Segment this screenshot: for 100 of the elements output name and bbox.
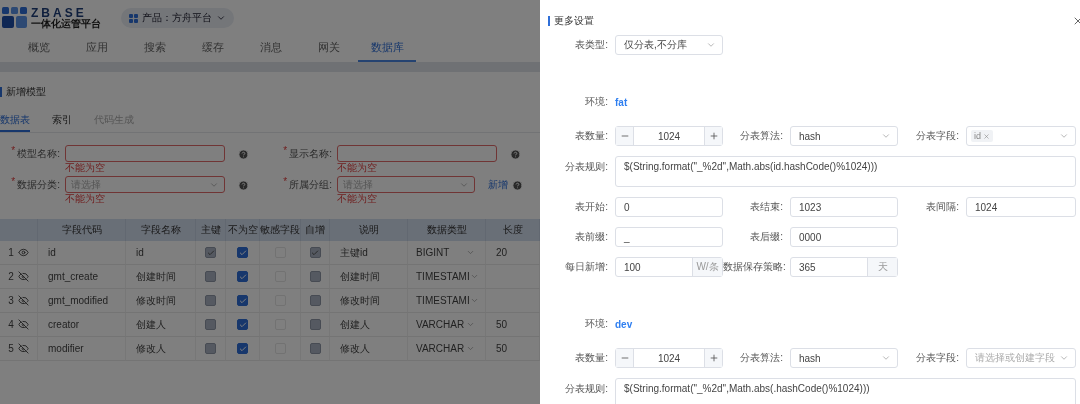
input-field[interactable]: 1023 bbox=[790, 197, 898, 217]
input-field[interactable]: 365 天 bbox=[790, 257, 898, 277]
sub-tab[interactable]: 索引 bbox=[52, 110, 72, 132]
nav-tab[interactable]: 缓存 bbox=[184, 36, 242, 62]
field-label: 表结束: bbox=[749, 200, 784, 214]
product-selector[interactable]: 产品：方舟平台 bbox=[121, 8, 234, 28]
field-label: 分表规则: bbox=[564, 382, 609, 396]
select-field[interactable]: hash bbox=[790, 348, 898, 368]
type-select[interactable]: BIGINT bbox=[416, 247, 475, 258]
grid-icon bbox=[129, 13, 138, 23]
table-cell: modifier bbox=[48, 343, 84, 354]
sub-tab[interactable]: 数据表 bbox=[0, 110, 30, 132]
input-field[interactable]: _ bbox=[615, 227, 723, 247]
table-cell: 修改人 bbox=[340, 341, 370, 356]
checkbox[interactable] bbox=[237, 271, 248, 282]
field-label: 显示名称: bbox=[289, 147, 332, 161]
nav-tab[interactable]: 概览 bbox=[10, 36, 68, 62]
type-select[interactable]: TIMESTAMI bbox=[416, 271, 479, 282]
input-field[interactable]: 0 bbox=[615, 197, 723, 217]
text-field[interactable] bbox=[337, 145, 497, 162]
select-field[interactable]: 仅分表,不分库 bbox=[615, 35, 723, 55]
help-icon[interactable] bbox=[510, 148, 521, 160]
column-header: 自增 bbox=[301, 219, 330, 241]
chevron-down-icon bbox=[466, 320, 475, 329]
field-label: 分表字段: bbox=[915, 351, 960, 365]
eye-off-icon[interactable] bbox=[17, 343, 29, 354]
checkbox[interactable] bbox=[237, 247, 248, 258]
text-area[interactable]: $(String.format("_%2d",Math.abs(id.hashCode()%1024))) bbox=[615, 156, 1076, 187]
help-icon[interactable] bbox=[512, 179, 523, 191]
eye-off-icon[interactable] bbox=[17, 319, 29, 330]
nav-tab[interactable]: 应用 bbox=[68, 36, 126, 62]
type-select[interactable]: VARCHAR bbox=[416, 319, 475, 330]
logo-subtitle: 一体化运管平台 bbox=[31, 19, 101, 29]
logo-icon bbox=[2, 7, 28, 29]
error-text: 不能为空 bbox=[65, 193, 106, 205]
table-cell: 创建时间 bbox=[340, 269, 380, 284]
checkbox[interactable] bbox=[237, 343, 248, 354]
plus-icon[interactable] bbox=[708, 353, 719, 363]
input-field[interactable]: 0000 bbox=[790, 227, 898, 247]
add-link[interactable]: 新增 bbox=[488, 176, 508, 194]
table-cell: gmt_create bbox=[48, 271, 99, 282]
row-number: 1 bbox=[8, 247, 14, 258]
field-label: 分表字段: bbox=[915, 129, 960, 143]
table-cell: 主键id bbox=[340, 245, 368, 260]
chevron-down-icon bbox=[1059, 353, 1069, 363]
column-header: 敏感字段 bbox=[260, 219, 301, 241]
eye-icon[interactable] bbox=[17, 247, 29, 258]
field-label: 分表算法: bbox=[739, 351, 784, 365]
table-cell: 创建人 bbox=[136, 317, 166, 332]
field-label: 环境: bbox=[584, 317, 609, 331]
text-field[interactable] bbox=[65, 145, 225, 162]
select-field[interactable]: id bbox=[966, 126, 1076, 146]
field-label: 表类型: bbox=[574, 38, 609, 52]
table-cell: 50 bbox=[496, 343, 508, 354]
plus-icon[interactable] bbox=[708, 131, 719, 141]
select-field[interactable]: 请选择或创建字段 bbox=[966, 348, 1076, 368]
help-icon[interactable] bbox=[238, 179, 249, 191]
row-number: 5 bbox=[8, 343, 14, 354]
column-header: 长度 bbox=[486, 219, 540, 241]
header-cell bbox=[0, 219, 38, 241]
table-cell: id bbox=[136, 247, 144, 258]
checkbox[interactable] bbox=[237, 295, 248, 306]
field-label: 表开始: bbox=[574, 200, 609, 214]
chevron-down-icon bbox=[466, 248, 475, 257]
logo-title: ZBASE bbox=[31, 7, 87, 19]
required-mark: * bbox=[11, 176, 16, 189]
input-field[interactable]: 100 W/条 bbox=[615, 257, 723, 277]
text-area[interactable]: $(String.format("_%2d",Math.abs(.hashCode()%1024))) bbox=[615, 378, 1076, 404]
unit-label: 天 bbox=[867, 258, 897, 276]
number-stepper[interactable]: 1024 bbox=[615, 126, 723, 146]
table-cell: 修改人 bbox=[136, 341, 166, 356]
nav-tab[interactable]: 消息 bbox=[242, 36, 300, 62]
field-label: 表后缀: bbox=[749, 230, 784, 244]
chevron-down-icon bbox=[469, 272, 479, 281]
field-label: 所属分组: bbox=[289, 178, 332, 192]
field-label: 数据分类: bbox=[17, 178, 60, 192]
eye-off-icon[interactable] bbox=[17, 295, 29, 306]
field-label: 数据保存策略: bbox=[723, 260, 787, 274]
field-label: 分表规则: bbox=[564, 160, 609, 174]
chevron-down-icon bbox=[469, 296, 479, 305]
row-number: 4 bbox=[8, 319, 14, 330]
nav-tab[interactable]: 搜索 bbox=[126, 36, 184, 62]
input-field[interactable]: 1024 bbox=[966, 197, 1076, 217]
nav-tab[interactable]: 网关 bbox=[300, 36, 358, 62]
field-label: 表前缀: bbox=[574, 230, 609, 244]
select-field[interactable]: hash bbox=[790, 126, 898, 146]
error-text: 不能为空 bbox=[337, 162, 378, 174]
table-cell: 创建时间 bbox=[136, 269, 176, 284]
type-select[interactable]: VARCHAR bbox=[416, 343, 475, 354]
field-tag: id bbox=[971, 130, 993, 142]
column-header: 字段代码 bbox=[38, 219, 126, 241]
table-cell: 创建人 bbox=[340, 317, 370, 332]
eye-off-icon[interactable] bbox=[17, 271, 29, 282]
checkbox[interactable] bbox=[237, 319, 248, 330]
type-select[interactable]: TIMESTAMI bbox=[416, 295, 479, 306]
nav-tab[interactable]: 数据库 bbox=[358, 36, 416, 62]
row-number: 3 bbox=[8, 295, 14, 306]
table-cell: gmt_modified bbox=[48, 295, 109, 306]
number-stepper[interactable]: 1024 bbox=[615, 348, 723, 368]
help-icon[interactable] bbox=[238, 148, 249, 160]
